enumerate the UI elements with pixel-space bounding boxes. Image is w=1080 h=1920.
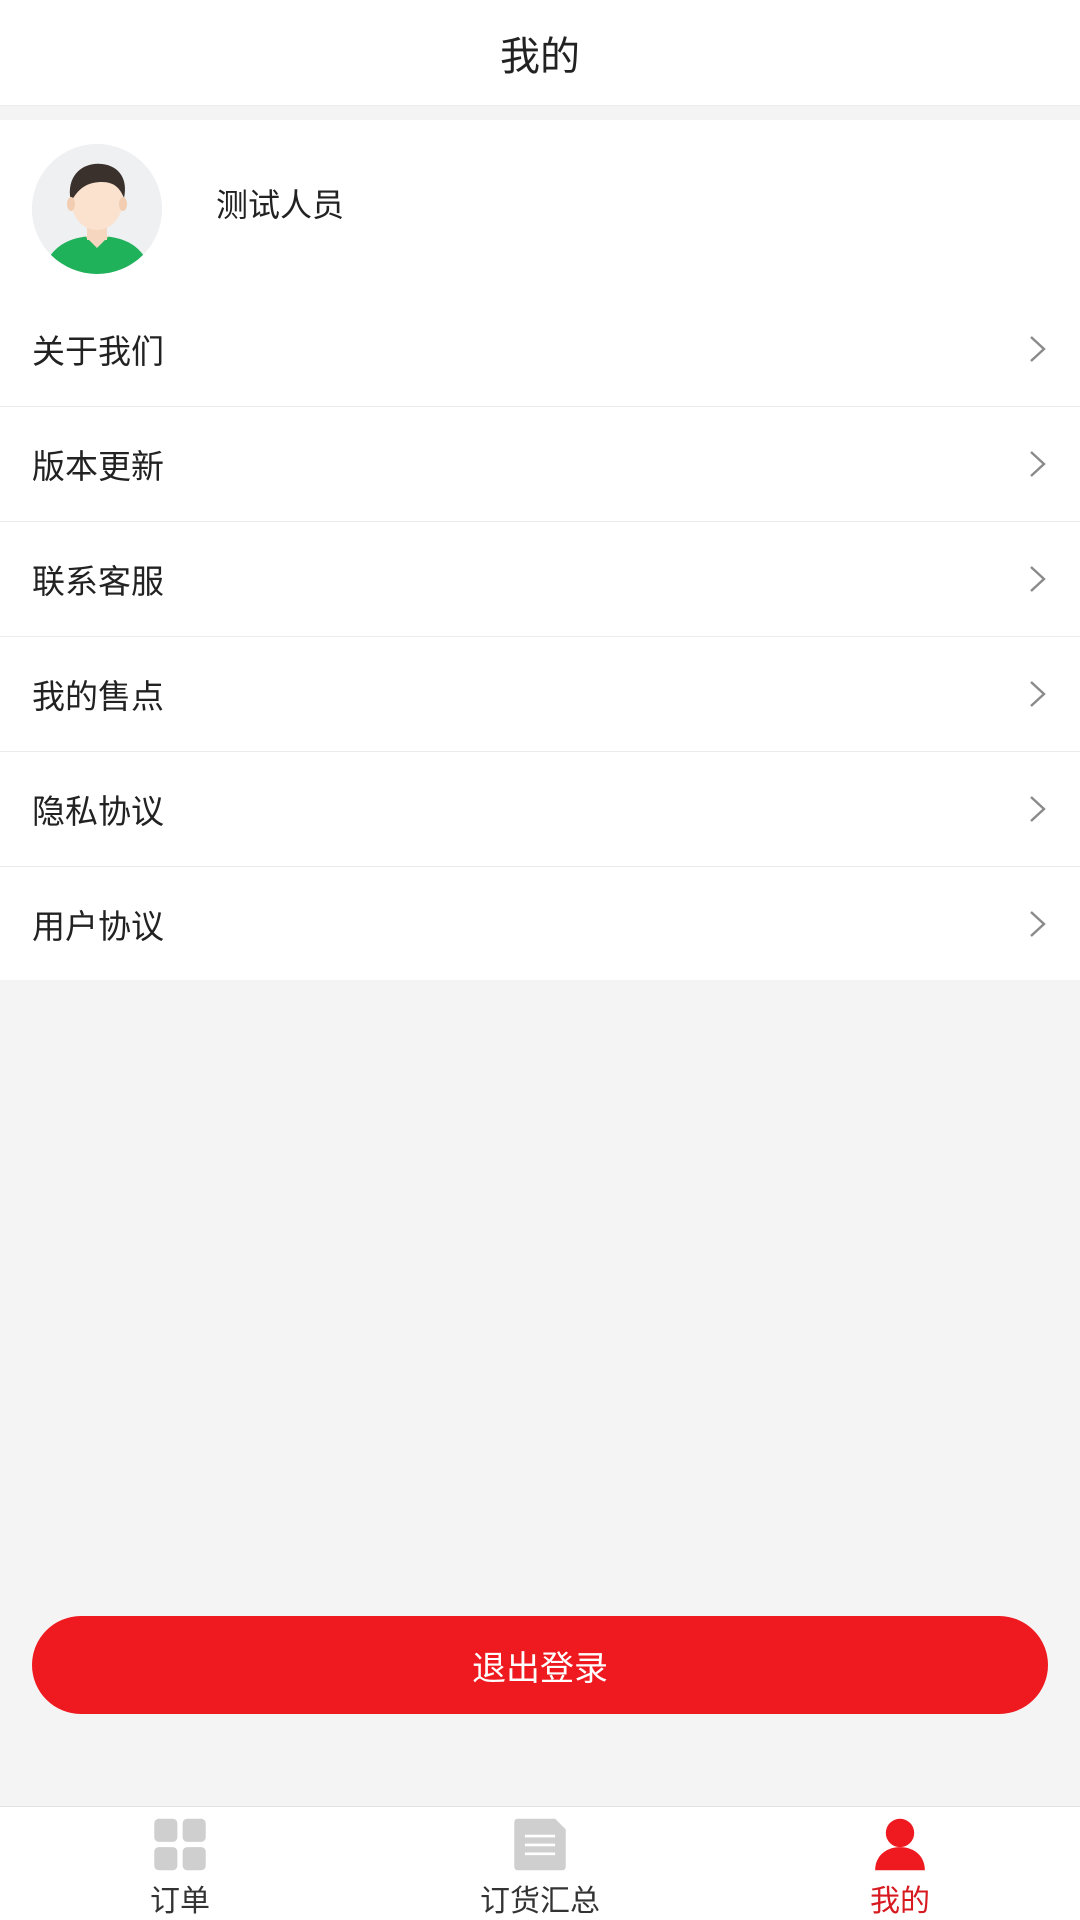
menu-item-about[interactable]: 关于我们	[0, 292, 1080, 407]
top-bar: 我的	[0, 0, 1080, 106]
tab-mine[interactable]: 我的	[720, 1807, 1080, 1920]
profile-page: 我的 测试人员 关于我们 版本更新 联系客服 我的售点 隐私协议 用户协议 退出…	[0, 0, 1080, 1920]
chevron-right-icon	[1030, 910, 1046, 937]
menu-item-label: 版本更新	[32, 447, 164, 486]
menu-item-label: 关于我们	[32, 332, 164, 371]
menu-item-label: 用户协议	[32, 906, 164, 946]
grid-icon	[154, 1818, 206, 1871]
chevron-right-icon	[1030, 566, 1046, 592]
document-icon	[514, 1818, 566, 1871]
tab-label: 我的	[870, 1884, 930, 1919]
logout-button[interactable]: 退出登录	[32, 1616, 1048, 1714]
menu-item-outlets[interactable]: 我的售点	[0, 637, 1080, 752]
menu-item-privacy[interactable]: 隐私协议	[0, 752, 1080, 867]
profile-card[interactable]: 测试人员	[0, 120, 1080, 292]
user-avatar-icon[interactable]	[32, 144, 162, 274]
menu-item-update[interactable]: 版本更新	[0, 407, 1080, 522]
menu-item-label: 联系客服	[32, 562, 164, 601]
tab-orders[interactable]: 订单	[0, 1807, 360, 1920]
menu-item-support[interactable]: 联系客服	[0, 522, 1080, 637]
person-icon	[875, 1818, 925, 1871]
chevron-right-icon	[1030, 796, 1046, 822]
bottom-tab-bar: 订单 订货汇总 我的	[0, 1806, 1080, 1920]
menu-item-terms[interactable]: 用户协议	[0, 867, 1080, 980]
page-title: 我的	[500, 33, 580, 80]
settings-menu: 关于我们 版本更新 联系客服 我的售点 隐私协议 用户协议	[0, 292, 1080, 980]
user-name: 测试人员	[216, 186, 345, 224]
tab-order-summary[interactable]: 订货汇总	[360, 1807, 720, 1920]
menu-item-label: 隐私协议	[32, 792, 164, 831]
tab-label: 订单	[150, 1884, 210, 1919]
chevron-right-icon	[1030, 451, 1046, 477]
menu-item-label: 我的售点	[32, 677, 164, 716]
chevron-right-icon	[1030, 681, 1046, 707]
tab-label: 订货汇总	[480, 1884, 600, 1919]
chevron-right-icon	[1030, 336, 1046, 362]
